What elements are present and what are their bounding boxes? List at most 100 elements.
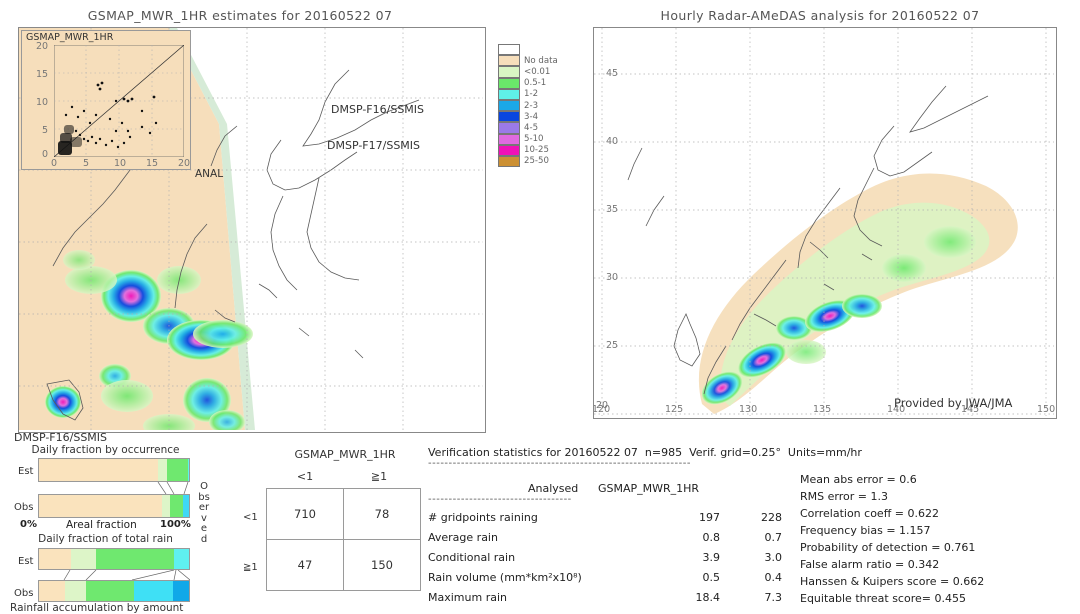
lon-tick-150: 150 bbox=[1037, 404, 1056, 415]
bar-segment bbox=[64, 581, 86, 601]
scatter-ytick-10: 10 bbox=[36, 97, 49, 108]
observed-axis-label: Observed bbox=[198, 481, 210, 546]
bar-segment bbox=[183, 495, 189, 517]
bar-segment bbox=[157, 459, 167, 481]
cell-ge1-lt1: 47 bbox=[266, 539, 344, 591]
total-rain-obs-bar bbox=[38, 580, 190, 602]
stat-row-name: Average rain bbox=[428, 531, 498, 544]
scatter-inset[interactable]: GSMAP_MWR_1HR 20 15 10 5 0 0 5 10 15 20 bbox=[21, 30, 191, 170]
stat-row-name: Rain volume (mm*km²x10⁸) bbox=[428, 571, 582, 584]
contingency-col-label-ge1: ≧1 bbox=[370, 470, 388, 483]
total-rain-obs-label: Obs bbox=[14, 588, 34, 599]
occurrence-est-label: Est bbox=[18, 466, 34, 477]
bar-segment bbox=[166, 459, 188, 481]
stat-row-product: 3.0 bbox=[764, 551, 783, 564]
scatter-ytick-5: 5 bbox=[42, 125, 49, 136]
bar-segment bbox=[187, 459, 189, 481]
stat-row-name: Conditional rain bbox=[428, 551, 516, 564]
bar-segment bbox=[162, 495, 170, 517]
bar-segment bbox=[39, 549, 71, 569]
bar-segment bbox=[96, 549, 174, 569]
bar-segment bbox=[70, 549, 96, 569]
lon-tick-130: 130 bbox=[739, 404, 758, 415]
stat-row-analysed: 197 bbox=[699, 511, 720, 524]
legend-label: 3-4 bbox=[524, 111, 539, 122]
sensor-caption: DMSP-F16/SSMIS bbox=[14, 431, 108, 444]
left-panel-title: GSMAP_MWR_1HR estimates for 20160522 07 bbox=[87, 8, 393, 23]
stat-row-product: 7.3 bbox=[764, 591, 783, 604]
areal-axis-center: Areal fraction bbox=[66, 519, 137, 531]
verification-divider: ----------------------------------------… bbox=[428, 458, 691, 469]
stat-row-analysed: 18.4 bbox=[695, 591, 721, 604]
legend-label: 25-50 bbox=[524, 156, 549, 167]
radar-amedas-map[interactable]: 45 40 35 30 25 20 120 125 130 135 140 14… bbox=[593, 27, 1057, 419]
rainfall-accumulation-caption: Rainfall accumulation by amount bbox=[10, 602, 184, 614]
precip-legend: No data <0.01 0.5-1 1-2 2-3 3-4 4-5 5-10… bbox=[498, 44, 558, 168]
score-rms-error: RMS error = 1.3 bbox=[800, 490, 888, 503]
bar-segment bbox=[133, 581, 173, 601]
score-frequency-bias: Frequency bias = 1.157 bbox=[800, 524, 931, 537]
occurrence-est-bar bbox=[38, 458, 190, 482]
legend-swatch bbox=[498, 144, 520, 156]
lat-tick-30: 30 bbox=[606, 272, 619, 283]
total-rain-est-label: Est bbox=[18, 556, 34, 567]
occurrence-connectors bbox=[157, 482, 189, 494]
legend-label: No data bbox=[524, 55, 558, 66]
occurrence-chart-title: Daily fraction by occurrence bbox=[31, 444, 180, 456]
legend-label: <0.01 bbox=[524, 66, 551, 77]
legend-item: 3-4 bbox=[498, 111, 558, 123]
legend-item: <0.01 bbox=[498, 66, 558, 78]
stat-row-analysed: 0.8 bbox=[702, 531, 721, 544]
score-mean-abs-error: Mean abs error = 0.6 bbox=[800, 473, 917, 486]
lat-tick-45: 45 bbox=[606, 68, 619, 79]
legend-item: 0.5-1 bbox=[498, 77, 558, 89]
gsmap-estimate-map[interactable]: GSMAP_MWR_1HR 20 15 10 5 0 0 5 10 15 20 … bbox=[18, 27, 486, 433]
contingency-row-label-ge1: ≧1 bbox=[243, 562, 258, 573]
scatter-xtick-0: 0 bbox=[51, 158, 58, 169]
score-equitable-threat: Equitable threat score= 0.455 bbox=[800, 592, 966, 605]
lon-tick-125: 125 bbox=[665, 404, 684, 415]
legend-label: 10-25 bbox=[524, 145, 549, 156]
legend-label: 2-3 bbox=[524, 100, 539, 111]
areal-axis-right: 100% bbox=[160, 519, 191, 530]
legend-item: 5-10 bbox=[498, 133, 558, 145]
total-rain-est-bar bbox=[38, 548, 190, 570]
legend-label: 4-5 bbox=[524, 122, 539, 133]
bar-segment bbox=[39, 581, 65, 601]
contingency-col-header: GSMAP_MWR_1HR bbox=[294, 448, 396, 461]
areal-axis-left: 0% bbox=[20, 519, 37, 530]
bar-segment bbox=[85, 581, 134, 601]
legend-item: No data bbox=[498, 55, 558, 67]
cell-lt1-ge1: 78 bbox=[343, 488, 421, 540]
legend-swatch bbox=[498, 133, 520, 145]
legend-label: 5-10 bbox=[524, 134, 544, 145]
score-probability-of-detection: Probability of detection = 0.761 bbox=[800, 541, 976, 554]
legend-label: 1-2 bbox=[524, 89, 539, 100]
total-rain-chart-title: Daily fraction of total rain bbox=[38, 533, 173, 545]
score-false-alarm-ratio: False alarm ratio = 0.342 bbox=[800, 558, 940, 571]
contingency-table: 710 78 47 150 bbox=[266, 488, 421, 591]
scatter-xtick-10: 10 bbox=[114, 158, 127, 169]
lon-tick-135: 135 bbox=[813, 404, 832, 415]
legend-swatch bbox=[498, 155, 520, 168]
bar-segment bbox=[39, 495, 162, 517]
stat-row-product: 0.4 bbox=[764, 571, 783, 584]
score-hanssen-kuipers: Hanssen & Kuipers score = 0.662 bbox=[800, 575, 985, 588]
scatter-inset-xlabel: ANAL bbox=[195, 168, 224, 180]
legend-swatch bbox=[498, 88, 520, 100]
legend-item: 10-25 bbox=[498, 144, 558, 156]
right-panel-title: Hourly Radar-AMeDAS analysis for 2016052… bbox=[660, 8, 980, 23]
legend-item: 4-5 bbox=[498, 122, 558, 134]
bar-segment bbox=[169, 495, 183, 517]
lat-tick-40: 40 bbox=[606, 136, 619, 147]
scatter-ytick-20: 20 bbox=[36, 41, 49, 52]
legend-swatch bbox=[498, 66, 520, 78]
scatter-xtick-5: 5 bbox=[83, 158, 90, 169]
legend-swatch bbox=[498, 111, 520, 123]
total-rain-connectors bbox=[63, 570, 190, 580]
scatter-xtick-15: 15 bbox=[146, 158, 159, 169]
annotation-dmsp-f16: DMSP-F16/SSMIS bbox=[331, 103, 425, 116]
lat-tick-35: 35 bbox=[606, 204, 619, 215]
bar-segment bbox=[39, 459, 158, 481]
contingency-row-label-lt1: <1 bbox=[243, 512, 258, 523]
